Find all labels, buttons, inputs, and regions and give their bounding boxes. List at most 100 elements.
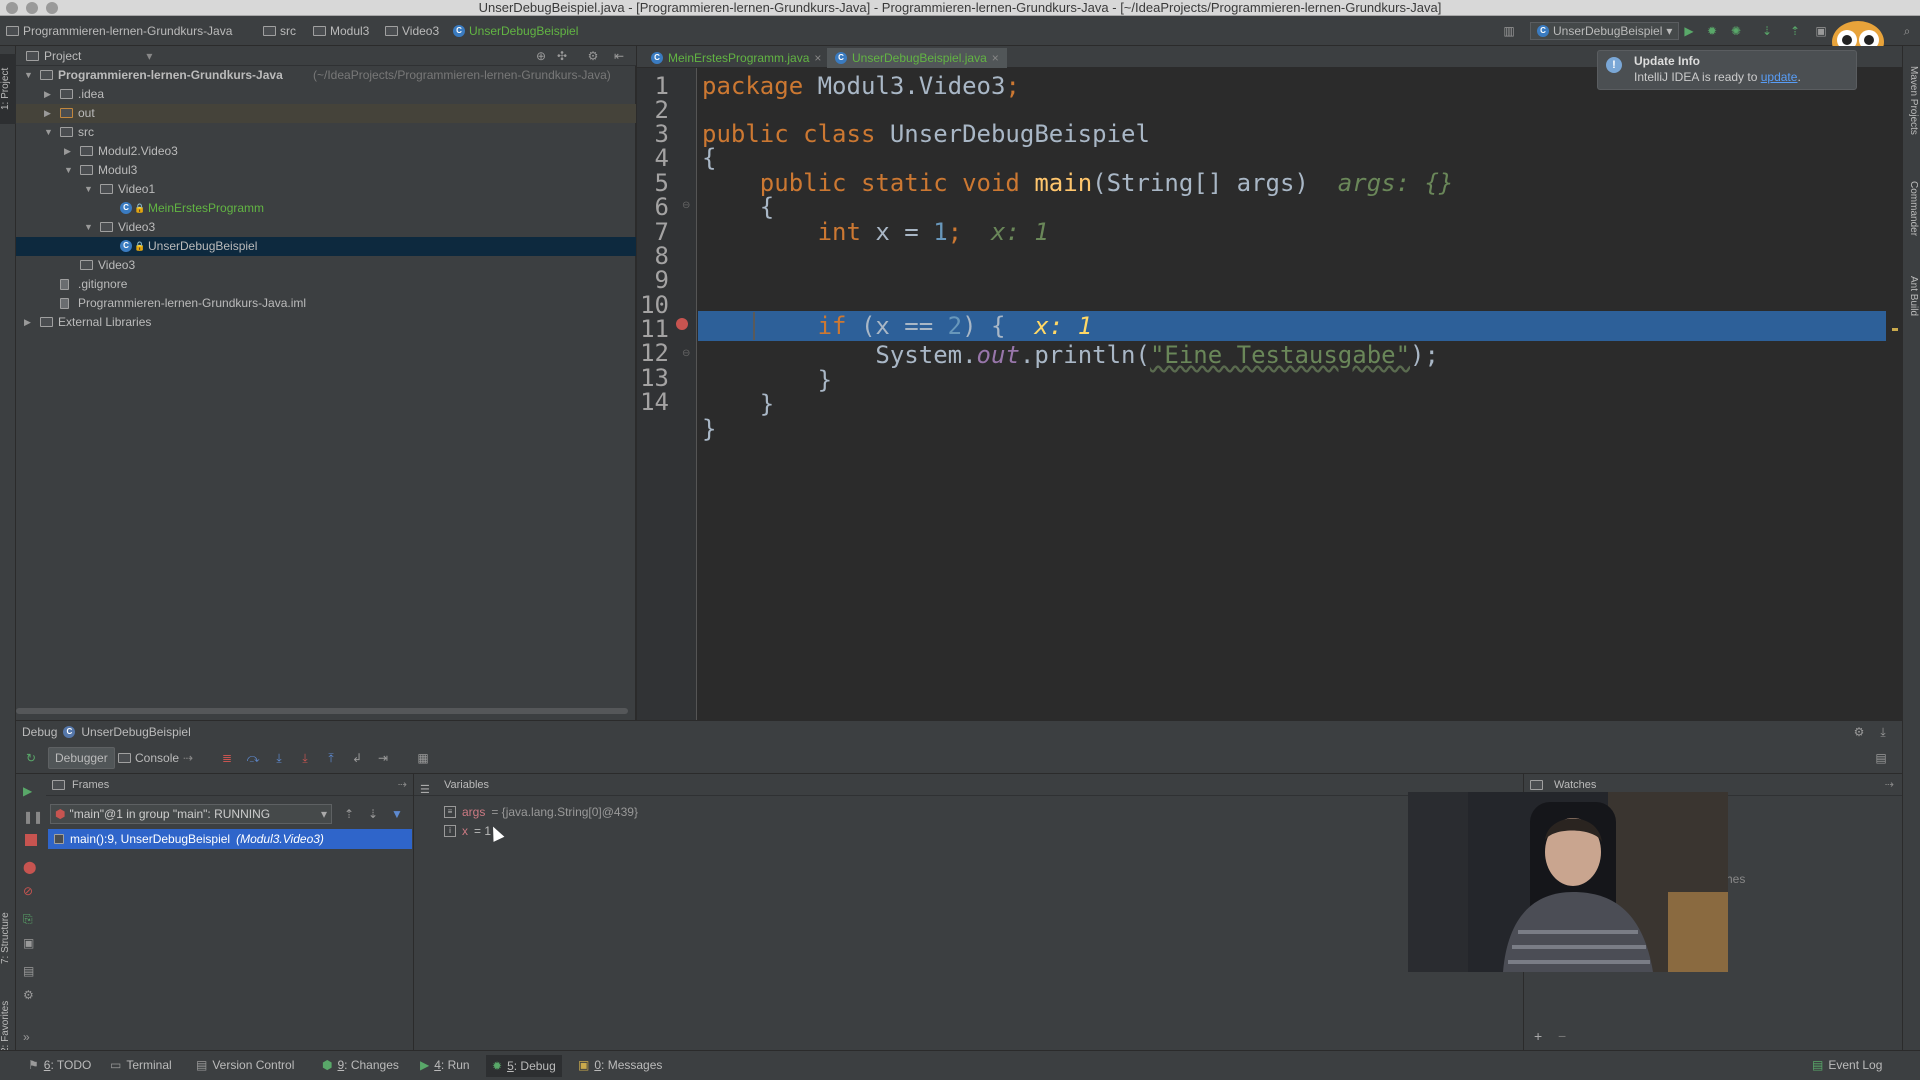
vcs-commit-icon[interactable]: ⇡ [1786,22,1804,40]
show-execution-point-icon[interactable]: ≣ [218,749,236,767]
gear-icon[interactable]: ⚙ [584,47,602,65]
settings-icon[interactable]: ▣ [1812,22,1830,40]
tree-item[interactable]: ▼ Modul3 [16,161,636,180]
run-to-cursor-icon[interactable]: ⇥ [374,749,392,767]
statusbar-tab-run[interactable]: ▶ 4: Run [420,1058,470,1072]
tree-item[interactable]: ▼ Programmieren-lernen-Grundkurs-Java (~/I… [16,66,636,85]
tab-meinerstesprogramm[interactable]: C MeinErstesProgramm.java × [643,48,829,68]
close-window-button[interactable] [6,2,18,14]
collapse-all-icon[interactable]: ✣ [553,47,571,65]
more-icon[interactable]: » [23,1030,39,1046]
force-step-into-icon[interactable]: ⤓ [296,749,314,767]
collapse-icon[interactable]: ▼ [84,218,94,237]
rerun-icon[interactable]: ↻ [22,749,40,767]
project-structure-icon[interactable]: ▥ [1500,22,1518,40]
breakpoint-icon[interactable] [676,318,688,330]
add-watch-button[interactable]: + [1534,1028,1542,1044]
next-frame-icon[interactable]: ⇣ [364,805,382,823]
tree-item[interactable]: ▶ .idea [16,85,636,104]
hide-panel-icon[interactable]: ⤓ [1874,723,1892,741]
step-into-icon[interactable]: ⤓ [270,749,288,767]
tab-console[interactable]: Console ⇢ [118,747,193,769]
expand-icon[interactable]: ▶ [44,85,54,104]
tab-debugger[interactable]: Debugger [48,747,115,769]
collapse-icon[interactable]: ▼ [84,180,94,199]
expand-icon[interactable]: ▶ [44,104,54,123]
tree-item[interactable]: Programmieren-lernen-Grundkurs-Java.iml [16,294,636,313]
breadcrumb-video3[interactable]: Video3 [385,22,439,40]
breadcrumb-class[interactable]: C UnserDebugBeispiel [453,22,578,40]
layout-icon[interactable]: ▤ [23,964,39,980]
tab-unserdebugbeispiel[interactable]: C UnserDebugBeispiel.java × [827,48,1007,68]
update-notification[interactable]: ! Update Info IntelliJ IDEA is ready to … [1597,50,1857,90]
close-icon[interactable]: × [992,51,999,65]
frame-list-item[interactable]: main():9, UnserDebugBeispiel (Modul3.Vid… [48,829,412,849]
tree-item[interactable]: C 🔒 MeinErstesProgramm [16,199,636,218]
get-thread-dump-icon[interactable]: ⎘ [23,912,39,928]
evaluate-expression-icon[interactable]: ▦ [414,749,432,767]
event-log-button[interactable]: ▤ Event Log [1812,1058,1882,1072]
breadcrumb-modul3[interactable]: Modul3 [313,22,369,40]
tree-item[interactable]: .gitignore [16,275,636,294]
pin-icon[interactable]: ⇢ [398,774,407,796]
resume-icon[interactable]: ▶ [23,784,39,800]
tree-item[interactable]: ▼ Video1 [16,180,636,199]
breadcrumb-project[interactable]: Programmieren-lernen-Grundkurs-Java [6,22,232,40]
statusbar-tab-changes[interactable]: ⬢ 9: Changes [322,1058,399,1072]
remove-watch-button[interactable]: − [1558,1028,1566,1044]
filter-icon[interactable]: ▼ [388,805,406,823]
statusbar-tab-debug[interactable]: ✹ 5: Debug [486,1055,562,1077]
previous-frame-icon[interactable]: ⇡ [340,805,358,823]
run-icon[interactable]: ▶ [1680,22,1698,40]
statusbar-tab-version-control[interactable]: ▤ Version Control [196,1058,294,1072]
code-editor[interactable]: package Modul3.Video3; public class Unse… [698,68,1902,720]
update-link[interactable]: update [1761,70,1798,84]
fold-icon[interactable]: ⊖ [682,200,690,211]
collapse-icon[interactable]: ▼ [24,66,34,85]
tree-item[interactable]: ▶ External Libraries [16,313,636,332]
expand-icon[interactable]: ▶ [64,142,74,161]
statusbar-tab-terminal[interactable]: ▭ Terminal [110,1058,172,1072]
fold-icon[interactable]: ⊖ [682,348,690,359]
search-everywhere-icon[interactable]: ⌕ [1898,22,1916,40]
view-breakpoints-icon[interactable]: ⬤ [23,860,39,876]
project-view-select[interactable]: Project ▾ [26,49,152,63]
thread-select[interactable]: ⬢ "main"@1 in group "main": RUNNING ▾ [50,804,332,824]
zoom-window-button[interactable] [46,2,58,14]
tree-item[interactable]: ▶ out [16,104,636,123]
stop-icon[interactable] [25,834,37,846]
tree-item[interactable]: ▶ Modul2.Video3 [16,142,636,161]
collapse-icon[interactable]: ▼ [44,123,54,142]
tool-tab-ant[interactable]: Ant Build [1905,276,1919,346]
collapse-icon[interactable]: ▼ [64,161,74,180]
expand-icon[interactable]: ▶ [24,313,34,332]
pin-icon[interactable]: ⇢ [1885,774,1894,796]
tree-item[interactable]: ▼ Video3 [16,218,636,237]
variable-row-args[interactable]: ≡ args = {java.lang.String[0]@439} [444,805,638,819]
run-configuration-select[interactable]: C UnserDebugBeispiel ▾ [1530,22,1680,40]
breadcrumb-src[interactable]: src [263,22,296,40]
camera-icon[interactable]: ▣ [23,936,39,952]
drop-frame-icon[interactable]: ↲ [348,749,366,767]
gear-icon[interactable]: ⚙ [1850,723,1868,741]
tree-item[interactable]: C 🔒 UnserDebugBeispiel [16,237,636,256]
statusbar-tab-messages[interactable]: ▣ 0: Messages [578,1058,662,1072]
step-over-icon[interactable]: ⤼ [244,749,262,767]
step-out-icon[interactable]: ⤒ [322,749,340,767]
coverage-icon[interactable]: ✺ [1727,22,1745,40]
variable-row-x[interactable]: i x = 1 [444,824,491,838]
mute-breakpoints-icon[interactable]: ⊘ [23,884,39,900]
vcs-update-icon[interactable]: ⇣ [1758,22,1776,40]
gear-icon[interactable]: ⚙ [23,988,39,1004]
horizontal-scrollbar[interactable] [16,708,628,714]
statusbar-tab-todo[interactable]: ⚑ 6: TODO [28,1058,91,1072]
tree-item[interactable]: ▼ src [16,123,636,142]
locate-icon[interactable]: ⊕ [532,47,550,65]
debug-session-label[interactable]: UnserDebugBeispiel [81,725,190,739]
pause-icon[interactable]: ❚❚ [23,810,43,826]
close-icon[interactable]: × [814,51,821,65]
restore-layout-icon[interactable]: ▤ [1872,749,1890,767]
tool-tab-project[interactable]: 1: Project [0,54,16,124]
minimize-window-button[interactable] [26,2,38,14]
tool-tab-commander[interactable]: Commander [1905,181,1919,261]
